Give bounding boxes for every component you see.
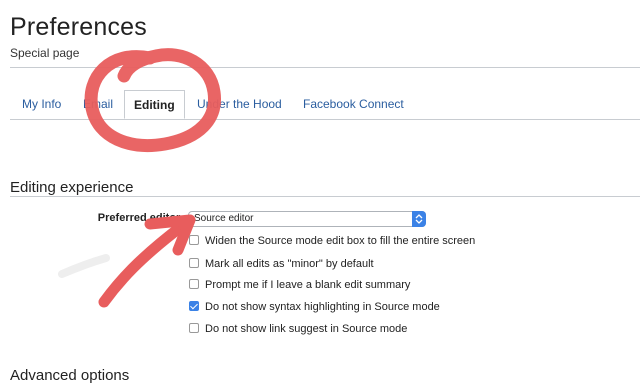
page-title: Preferences (10, 13, 147, 41)
preferred-editor-select[interactable]: Source editor (188, 211, 426, 227)
checkbox-mark-minor[interactable] (189, 258, 199, 269)
editing-experience-heading: Editing experience (10, 179, 134, 196)
preferred-editor-value: Source editor (194, 213, 254, 224)
annotation-faint-mark (58, 254, 110, 278)
tab-editing[interactable]: Editing (124, 90, 185, 119)
checkbox-prompt-blank-summary[interactable] (189, 279, 199, 290)
section-divider (10, 196, 640, 197)
option-label: Do not show link suggest in Source mode (205, 323, 408, 335)
tab-my-info[interactable]: My Info (22, 90, 61, 119)
page-subtitle: Special page (10, 46, 80, 60)
tab-under-the-hood[interactable]: Under the Hood (197, 90, 282, 119)
tab-email[interactable]: Email (83, 90, 113, 119)
option-label: Do not show syntax highlighting in Sourc… (205, 301, 440, 313)
option-widen-edit-box[interactable]: Widen the Source mode edit box to fill t… (189, 233, 475, 249)
option-mark-minor[interactable]: Mark all edits as "minor" by default (189, 256, 374, 272)
option-label: Widen the Source mode edit box to fill t… (205, 235, 476, 247)
checkbox-no-link-suggest[interactable] (189, 323, 199, 334)
select-arrows-icon (412, 211, 426, 227)
annotation-arrow-shaft (98, 220, 188, 308)
advanced-options-heading: Advanced options (10, 367, 130, 384)
annotation-arrow-head (144, 214, 196, 256)
checkbox-widen-edit-box[interactable] (189, 235, 199, 246)
option-prompt-blank-summary[interactable]: Prompt me if I leave a blank edit summar… (189, 277, 410, 293)
tab-facebook-connect[interactable]: Facebook Connect (303, 90, 404, 119)
option-no-link-suggest[interactable]: Do not show link suggest in Source mode (189, 321, 407, 337)
option-label: Prompt me if I leave a blank edit summar… (205, 279, 411, 291)
preferences-tabs: My Info Email Editing Under the Hood Fac… (10, 90, 640, 120)
title-divider (10, 67, 640, 68)
option-label: Mark all edits as "minor" by default (205, 258, 374, 270)
option-no-syntax-highlighting[interactable]: Do not show syntax highlighting in Sourc… (189, 299, 440, 315)
preferred-editor-label: Preferred editor: (97, 212, 184, 224)
checkbox-no-syntax-highlighting[interactable] (189, 301, 199, 312)
